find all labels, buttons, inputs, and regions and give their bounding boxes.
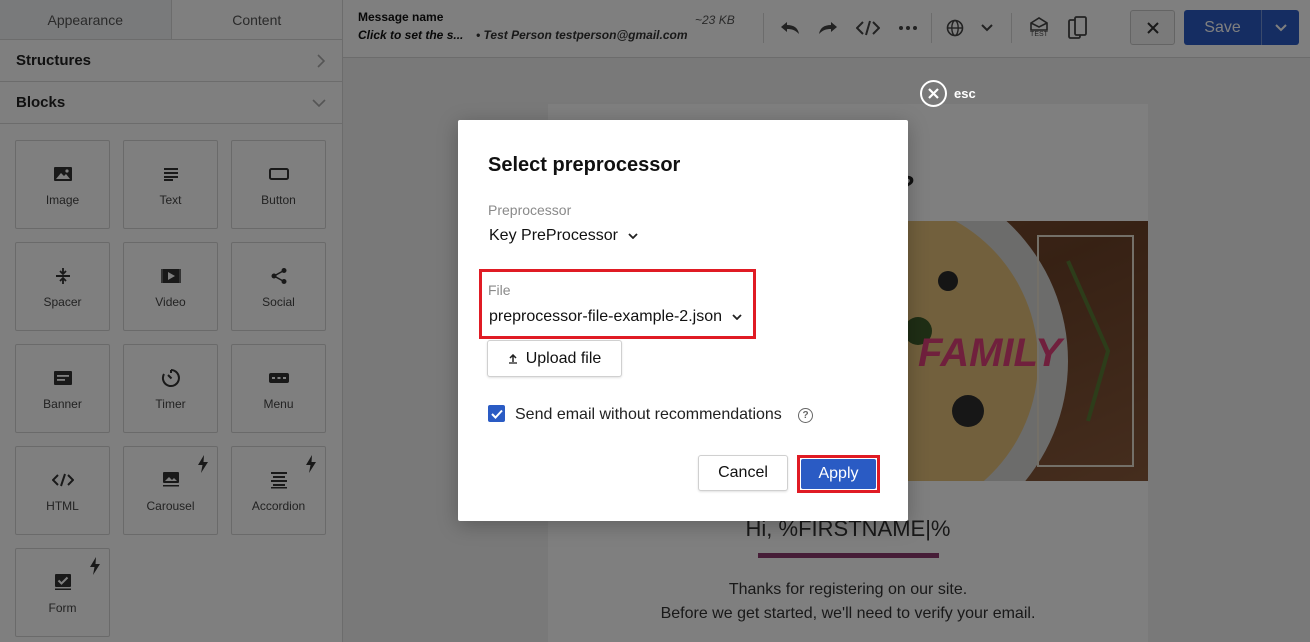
upload-file-button[interactable]: Upload file: [487, 340, 622, 377]
cancel-button[interactable]: Cancel: [698, 455, 788, 491]
send-without-recommendations-checkbox[interactable]: [488, 405, 505, 422]
dialog-title: Select preprocessor: [488, 154, 681, 176]
checkmark-icon: [490, 409, 503, 419]
file-label: File: [488, 282, 511, 298]
preprocessor-label: Preprocessor: [488, 202, 572, 218]
esc-close-button[interactable]: esc: [920, 80, 976, 107]
upload-icon: [508, 353, 517, 364]
close-circle-icon: [920, 80, 947, 107]
esc-label: esc: [954, 86, 976, 101]
upload-label: Upload file: [525, 349, 602, 367]
help-icon[interactable]: ?: [798, 408, 813, 423]
file-field-highlight: [479, 269, 756, 339]
checkbox-label[interactable]: Send email without recommendations: [515, 406, 782, 424]
apply-button[interactable]: Apply: [801, 459, 876, 489]
file-select[interactable]: preprocessor-file-example-2.json: [489, 308, 742, 326]
chevron-down-icon: [628, 233, 638, 239]
chevron-down-icon: [732, 314, 742, 320]
preprocessor-select[interactable]: Key PreProcessor: [489, 227, 638, 245]
select-preprocessor-dialog: Select preprocessor Preprocessor Key Pre…: [458, 120, 908, 521]
preprocessor-value: Key PreProcessor: [489, 227, 618, 244]
file-value: preprocessor-file-example-2.json: [489, 308, 722, 325]
